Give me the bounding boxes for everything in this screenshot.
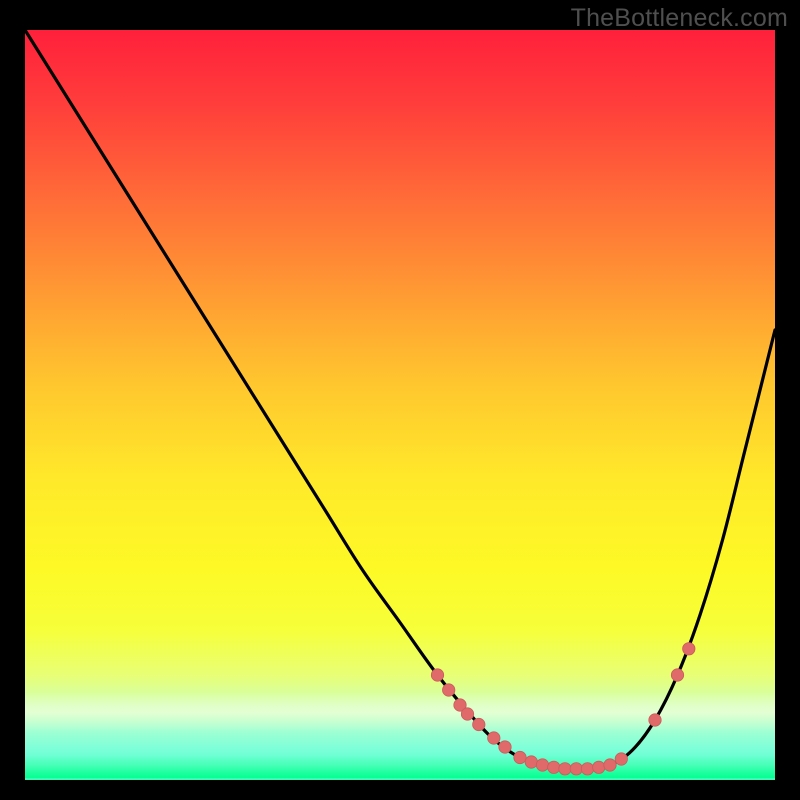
watermark-text: TheBottleneck.com (571, 4, 788, 33)
heat-gradient (25, 30, 775, 780)
plot-area (25, 30, 775, 780)
chart-frame: TheBottleneck.com (0, 0, 800, 800)
